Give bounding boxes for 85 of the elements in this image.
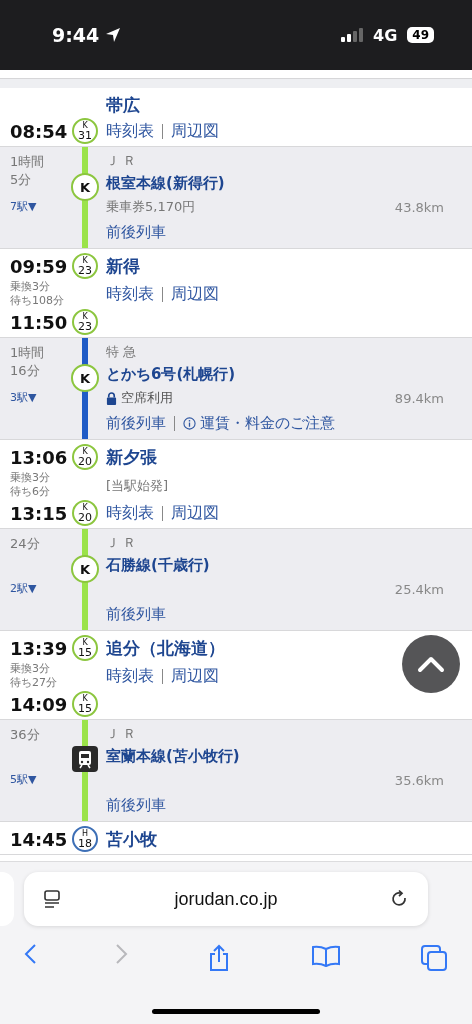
distance-label: 89.4km xyxy=(394,390,444,406)
time-label: 13:39 xyxy=(10,637,68,659)
stops-toggle[interactable]: 5駅▼ xyxy=(10,772,70,787)
clock-time: 9:44 xyxy=(52,24,100,46)
train-line-name[interactable]: 根室本線(新得行) xyxy=(106,171,444,195)
station-name[interactable]: 新夕張 xyxy=(106,446,157,467)
seat-note: 空席利用 xyxy=(121,389,173,407)
transfer-note: 乗換3分 xyxy=(10,662,51,676)
line-badge: K xyxy=(71,555,99,583)
station-number-badge: H 18 xyxy=(72,826,98,852)
share-icon xyxy=(207,944,231,972)
train-link[interactable]: 前後列車 xyxy=(106,219,166,245)
duration-label: 1時間 xyxy=(10,153,46,171)
tabs-icon xyxy=(420,944,448,972)
time-label: 08:54 xyxy=(10,120,68,142)
time-label: 11:50 xyxy=(10,311,68,333)
stops-toggle[interactable]: 2駅▼ xyxy=(10,581,70,596)
network-label: 4G xyxy=(373,25,398,45)
duration-label: 24分 xyxy=(10,535,41,553)
duration-label: 16分 xyxy=(10,362,41,380)
station-number-badge: K 15 xyxy=(72,635,98,661)
station-link[interactable]: 時刻表 xyxy=(106,120,154,142)
operator-label: ＪＲ xyxy=(106,725,141,743)
train-line-name[interactable]: 石勝線(千歳行) xyxy=(106,553,444,577)
train-line-name[interactable]: とかち6号(札幌行) xyxy=(106,362,444,386)
station-link[interactable]: 周辺図 xyxy=(171,283,219,305)
distance-label: 43.8km xyxy=(394,199,444,215)
duration-label: 36分 xyxy=(10,726,41,744)
duration-label: 1時間 xyxy=(10,344,46,362)
duration-label: 5分 xyxy=(10,171,33,189)
book-icon xyxy=(310,944,341,968)
stops-toggle[interactable]: 7駅▼ xyxy=(10,199,70,214)
departure-note: [当駅始発] xyxy=(106,478,169,493)
operator-label: ＪＲ xyxy=(106,534,141,552)
station-link[interactable]: 周辺図 xyxy=(171,120,219,142)
station-link[interactable]: 周辺図 xyxy=(171,502,219,524)
station-link[interactable]: 時刻表 xyxy=(106,502,154,524)
battery-level: 49 xyxy=(407,27,434,43)
station-number-badge: K 15 xyxy=(72,691,98,717)
address-bar[interactable]: jorudan.co.jp xyxy=(24,872,428,926)
operator-label: 特急 xyxy=(106,343,141,361)
stops-toggle[interactable]: 3駅▼ xyxy=(10,390,70,405)
location-arrow-icon xyxy=(105,27,122,43)
back-icon xyxy=(24,944,36,964)
station-number-badge: K 23 xyxy=(72,309,98,335)
train-link[interactable]: 運賃・料金のご注意 xyxy=(183,410,335,436)
station-link[interactable]: 周辺図 xyxy=(171,665,219,687)
line-badge: K xyxy=(71,364,99,392)
station-number-badge: K 20 xyxy=(72,444,98,470)
chevron-up-icon xyxy=(417,655,445,673)
station-name[interactable]: 帯広 xyxy=(106,94,140,115)
url-text: jorudan.co.jp xyxy=(173,888,279,910)
train-line-name[interactable]: 室蘭本線(苫小牧行) xyxy=(106,744,444,768)
transfer-note: 乗換3分 xyxy=(10,471,51,485)
station-link[interactable]: 時刻表 xyxy=(106,283,154,305)
page-menu-icon[interactable] xyxy=(42,889,62,909)
time-label: 09:59 xyxy=(10,255,68,277)
station-link[interactable]: 時刻表 xyxy=(106,665,154,687)
transfer-note: 待ち6分 xyxy=(10,485,51,499)
line-badge: K xyxy=(71,173,99,201)
signal-icon xyxy=(341,28,364,42)
station-number-badge: K 23 xyxy=(72,253,98,279)
lock-icon xyxy=(106,391,117,405)
transfer-note: 待ち27分 xyxy=(10,676,58,690)
station-number-badge: K 20 xyxy=(72,500,98,526)
time-label: 13:06 xyxy=(10,446,68,468)
transfer-note: 乗換3分 xyxy=(10,280,51,294)
time-label: 14:09 xyxy=(10,693,68,715)
station-number-badge: K 31 xyxy=(72,118,98,144)
station-name[interactable]: 追分（北海道） xyxy=(106,637,225,658)
time-label: 14:45 xyxy=(10,828,68,850)
train-icon xyxy=(72,746,98,772)
train-link[interactable]: 前後列車 xyxy=(106,601,166,627)
time-label: 13:15 xyxy=(10,502,68,524)
train-link[interactable]: 前後列車 xyxy=(106,792,166,818)
operator-label: ＪＲ xyxy=(106,152,141,170)
forward-icon xyxy=(115,944,128,964)
fare-label: 乗車券5,170円 xyxy=(106,198,196,216)
station-name[interactable]: 苫小牧 xyxy=(106,828,157,849)
station-name[interactable]: 新得 xyxy=(106,255,140,276)
train-link[interactable]: 前後列車 xyxy=(106,410,166,436)
distance-label: 25.4km xyxy=(394,581,444,597)
info-icon xyxy=(183,416,196,430)
distance-label: 35.6km xyxy=(394,772,444,788)
transfer-note: 待ち108分 xyxy=(10,294,65,308)
